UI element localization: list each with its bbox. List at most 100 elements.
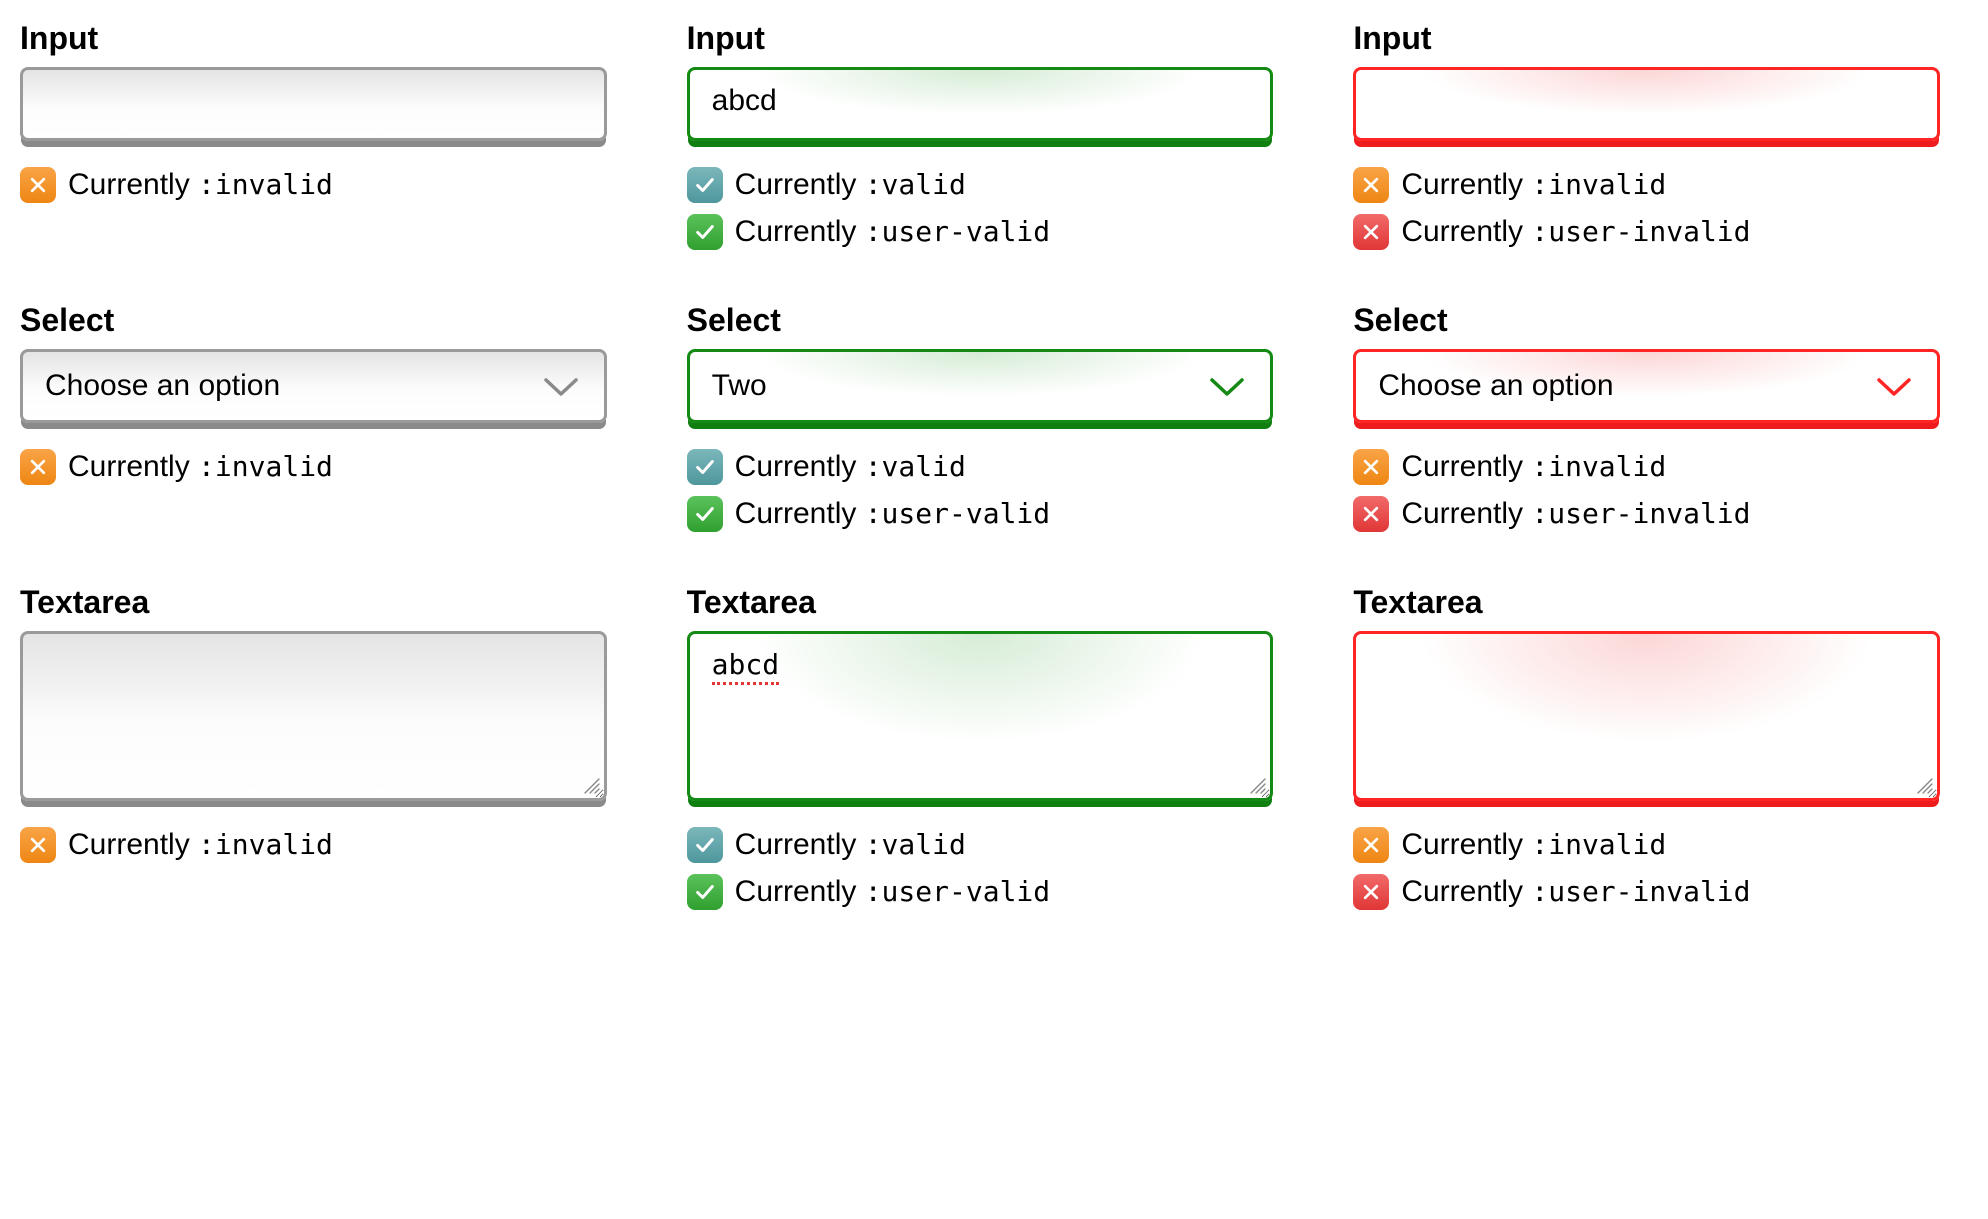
textarea-label: Textarea bbox=[687, 584, 1274, 621]
status-prefix: Currently bbox=[1401, 875, 1531, 908]
status-text: Currently :valid bbox=[735, 165, 966, 206]
status-code: :valid bbox=[865, 828, 966, 861]
status-prefix: Currently bbox=[68, 168, 198, 201]
textarea-field[interactable] bbox=[20, 631, 607, 801]
status-text: Currently :invalid bbox=[1401, 825, 1666, 866]
status-list: Currently :validCurrently :user-valid bbox=[687, 825, 1274, 912]
status-line: Currently :valid bbox=[687, 165, 1274, 206]
status-text: Currently :valid bbox=[735, 825, 966, 866]
status-code: :user-invalid bbox=[1531, 497, 1750, 530]
status-line: Currently :invalid bbox=[20, 165, 607, 206]
check-icon bbox=[687, 827, 723, 863]
cross-icon bbox=[20, 449, 56, 485]
check-icon bbox=[687, 167, 723, 203]
status-list: Currently :invalidCurrently :user-invali… bbox=[1353, 165, 1940, 252]
textarea-value: abcd bbox=[712, 648, 779, 685]
status-line: Currently :invalid bbox=[1353, 447, 1940, 488]
textarea-cell: TextareaCurrently :invalid bbox=[20, 584, 607, 912]
input-field[interactable] bbox=[1353, 67, 1940, 141]
input-cell: InputabcdCurrently :validCurrently :user… bbox=[687, 20, 1274, 252]
input-field[interactable]: abcd bbox=[687, 67, 1274, 141]
form-controls-grid: Input Currently :invalid Input abcd Currentl… bbox=[20, 20, 1940, 912]
cross-icon bbox=[1353, 827, 1389, 863]
status-list: Currently :invalid Currently :user-invali… bbox=[1353, 447, 1940, 534]
status-code: :user-valid bbox=[865, 497, 1050, 530]
status-code: :user-invalid bbox=[1531, 875, 1750, 908]
status-text: Currently :user-valid bbox=[735, 872, 1050, 913]
textarea-field[interactable] bbox=[1353, 631, 1940, 801]
status-text: Currently :invalid bbox=[68, 165, 333, 206]
check-icon bbox=[687, 496, 723, 532]
status-prefix: Currently bbox=[1401, 168, 1531, 201]
select-field[interactable]: Choose an option bbox=[20, 349, 607, 423]
input-value: abcd bbox=[712, 84, 777, 117]
select-value: Choose an option bbox=[45, 369, 280, 403]
chevron-down-icon bbox=[1206, 372, 1248, 400]
select-value: Two bbox=[712, 369, 767, 403]
status-list: Currently :valid Currently :user-valid bbox=[687, 447, 1274, 534]
status-code: :invalid bbox=[1531, 828, 1666, 861]
chevron-down-icon bbox=[1873, 372, 1915, 400]
status-text: Currently :user-invalid bbox=[1401, 494, 1750, 535]
status-text: Currently :user-valid bbox=[735, 494, 1050, 535]
status-line: Currently :user-invalid bbox=[1353, 212, 1940, 253]
textarea-cell: TextareaabcdCurrently :validCurrently :u… bbox=[687, 584, 1274, 912]
status-code: :invalid bbox=[198, 450, 333, 483]
status-prefix: Currently bbox=[68, 450, 198, 483]
status-line: Currently :valid bbox=[687, 447, 1274, 488]
input-cell: Input Currently :invalid bbox=[20, 20, 607, 252]
status-line: Currently :invalid bbox=[20, 825, 607, 866]
textarea-label: Textarea bbox=[1353, 584, 1940, 621]
resize-handle-icon bbox=[1915, 776, 1933, 794]
select-label: Select bbox=[20, 302, 607, 339]
status-text: Currently :invalid bbox=[68, 825, 333, 866]
check-icon bbox=[687, 449, 723, 485]
cross-icon bbox=[1353, 449, 1389, 485]
status-prefix: Currently bbox=[735, 215, 865, 248]
select-field[interactable]: Two bbox=[687, 349, 1274, 423]
status-line: Currently :invalid bbox=[1353, 825, 1940, 866]
select-label: Select bbox=[1353, 302, 1940, 339]
status-prefix: Currently bbox=[68, 828, 198, 861]
input-label: Input bbox=[687, 20, 1274, 57]
status-prefix: Currently bbox=[735, 828, 865, 861]
status-code: :valid bbox=[865, 450, 966, 483]
status-list: Currently :invalid bbox=[20, 165, 607, 206]
cross-icon bbox=[1353, 167, 1389, 203]
status-code: :invalid bbox=[198, 168, 333, 201]
input-field[interactable] bbox=[20, 67, 607, 141]
input-label: Input bbox=[1353, 20, 1940, 57]
input-label: Input bbox=[20, 20, 607, 57]
textarea-field[interactable]: abcd bbox=[687, 631, 1274, 801]
status-prefix: Currently bbox=[735, 497, 865, 530]
select-label: Select bbox=[687, 302, 1274, 339]
cross-icon bbox=[20, 167, 56, 203]
status-line: Currently :user-invalid bbox=[1353, 494, 1940, 535]
status-text: Currently :user-valid bbox=[735, 212, 1050, 253]
status-list: Currently :invalidCurrently :user-invali… bbox=[1353, 825, 1940, 912]
status-text: Currently :invalid bbox=[1401, 165, 1666, 206]
status-prefix: Currently bbox=[735, 875, 865, 908]
status-list: Currently :invalid bbox=[20, 825, 607, 866]
status-code: :user-valid bbox=[865, 875, 1050, 908]
status-code: :invalid bbox=[1531, 450, 1666, 483]
status-line: Currently :valid bbox=[687, 825, 1274, 866]
resize-handle-icon bbox=[1248, 776, 1266, 794]
status-code: :user-valid bbox=[865, 215, 1050, 248]
status-prefix: Currently bbox=[1401, 828, 1531, 861]
status-prefix: Currently bbox=[735, 168, 865, 201]
status-prefix: Currently bbox=[1401, 215, 1531, 248]
select-cell: Select Choose an option Currently :invalid bbox=[20, 302, 607, 534]
select-field[interactable]: Choose an option bbox=[1353, 349, 1940, 423]
cross-icon bbox=[1353, 874, 1389, 910]
select-cell: Select Two Currently :valid Currently :user… bbox=[687, 302, 1274, 534]
status-text: Currently :valid bbox=[735, 447, 966, 488]
status-line: Currently :user-invalid bbox=[1353, 872, 1940, 913]
status-line: Currently :user-valid bbox=[687, 872, 1274, 913]
status-code: :invalid bbox=[198, 828, 333, 861]
check-icon bbox=[687, 874, 723, 910]
status-line: Currently :user-valid bbox=[687, 494, 1274, 535]
status-prefix: Currently bbox=[1401, 497, 1531, 530]
status-line: Currently :invalid bbox=[1353, 165, 1940, 206]
status-code: :user-invalid bbox=[1531, 215, 1750, 248]
